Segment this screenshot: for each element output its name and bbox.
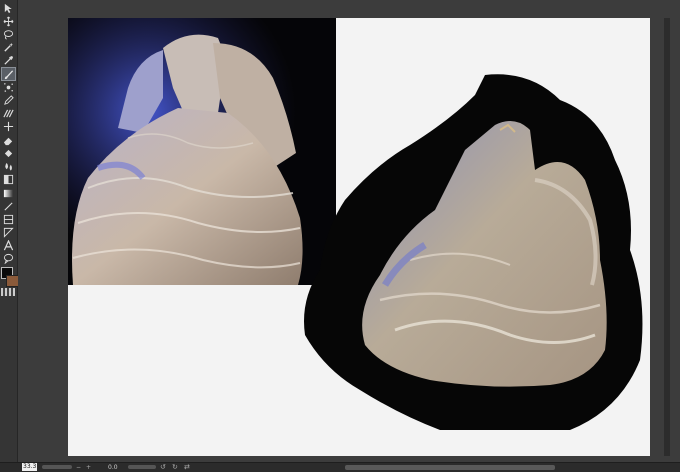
brush-tool[interactable] <box>1 67 16 81</box>
blend-icon <box>3 121 14 131</box>
move-tool[interactable] <box>2 15 15 27</box>
fill-bucket-tool[interactable] <box>2 147 15 159</box>
eraser-icon <box>3 137 13 145</box>
magic-wand-tool[interactable] <box>2 41 15 53</box>
fill-bucket-icon <box>4 149 13 157</box>
selection-arrow-tool[interactable] <box>2 2 15 14</box>
line-icon <box>4 201 13 211</box>
horizontal-scrollbar[interactable] <box>345 465 555 470</box>
pen-tool[interactable] <box>2 94 15 106</box>
eyedropper-icon <box>4 55 13 65</box>
lasso-icon <box>3 29 14 40</box>
vertical-scrollbar[interactable] <box>664 18 670 456</box>
transparent-color-icon[interactable] <box>1 288 15 296</box>
ruler-icon <box>3 227 14 238</box>
text-tool[interactable] <box>2 239 15 251</box>
rotation-slider[interactable] <box>128 465 156 469</box>
airbrush-icon <box>4 82 13 92</box>
frame-tool[interactable] <box>2 213 15 225</box>
fill-tool[interactable] <box>2 173 15 185</box>
balloon-icon <box>3 253 14 264</box>
zoom-slider[interactable] <box>42 465 72 469</box>
water-drop-tool[interactable] <box>2 160 15 172</box>
gradient-tool[interactable] <box>2 187 15 199</box>
blend-tool[interactable] <box>2 120 15 132</box>
frame-icon <box>3 214 14 224</box>
fill-icon <box>3 174 14 184</box>
move-icon <box>3 16 14 26</box>
tool-palette <box>0 0 19 462</box>
balloon-tool[interactable] <box>2 252 15 264</box>
brush-icon <box>4 69 14 79</box>
gradient-icon <box>3 189 14 197</box>
reference-photo <box>68 18 336 285</box>
airbrush-tool[interactable] <box>2 81 15 93</box>
texture-icon <box>3 109 14 117</box>
text-icon <box>3 239 14 250</box>
lasso-tool[interactable] <box>2 28 15 40</box>
pen-icon <box>4 94 14 105</box>
texture-tool[interactable] <box>2 107 15 119</box>
eyedropper-tool[interactable] <box>2 54 15 66</box>
selection-arrow-icon <box>4 3 12 13</box>
ruler-tool[interactable] <box>2 226 15 238</box>
eraser-tool[interactable] <box>2 134 15 146</box>
magic-wand-icon <box>4 42 14 52</box>
water-drop-icon <box>5 162 12 171</box>
zoom-value-field[interactable]: 33.3 <box>22 463 37 471</box>
painting-study <box>304 74 643 430</box>
line-tool[interactable] <box>2 200 15 212</box>
